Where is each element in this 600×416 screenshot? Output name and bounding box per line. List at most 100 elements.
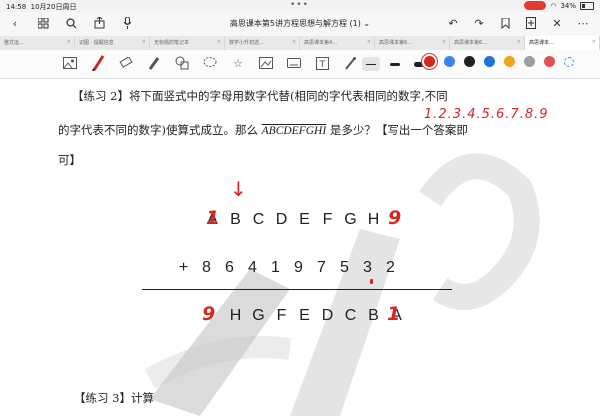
variable-abcdefghi: ABCDEFGHI	[261, 125, 327, 137]
digit-cell: 6	[225, 259, 234, 276]
svg-text:T: T	[318, 60, 325, 70]
photo-icon[interactable]	[258, 55, 274, 71]
exercise-text: 是多少？【写出一个答案即	[329, 123, 468, 137]
tab-item[interactable]: 整式运... ×	[0, 36, 75, 50]
color-more-icon[interactable]	[564, 56, 574, 67]
exercise-text: 计算	[130, 391, 154, 405]
equation-row-3: I H G F E D C B A	[201, 307, 408, 325]
tab-item[interactable]: 高思课本第6... ×	[375, 36, 450, 50]
letter-cell: B	[368, 307, 379, 324]
chevron-down-icon[interactable]: ⌄	[363, 19, 370, 28]
note-page[interactable]: 【练习 2】将下面竖式中的字母用数字代替(相同的字代表相同的数字,不同 1.2.…	[0, 79, 600, 416]
color-palette	[424, 56, 574, 67]
letter-cell: D	[321, 307, 334, 324]
tab-close-icon[interactable]: ×	[367, 39, 371, 45]
color-dark-blue[interactable]	[484, 56, 495, 67]
eraser-icon[interactable]	[118, 55, 134, 71]
status-bar: 14:58 10月20日周日 ••• ◠ 34%	[0, 0, 600, 12]
laser-pointer-icon[interactable]	[342, 55, 358, 71]
image-icon[interactable]	[62, 55, 78, 71]
tab-close-icon[interactable]: ×	[142, 39, 146, 45]
letter-cell: F	[322, 211, 333, 228]
letter-cell: H	[367, 211, 380, 228]
letter-cell: H	[229, 307, 242, 324]
exercise-label: 【练习 3】	[74, 391, 131, 405]
battery-icon	[580, 2, 594, 10]
color-blue[interactable]	[444, 56, 455, 67]
color-orange[interactable]	[504, 56, 515, 67]
tab-close-icon[interactable]: ×	[67, 39, 71, 45]
color-black[interactable]	[464, 56, 475, 67]
digit-cell: 2	[386, 259, 395, 276]
digit-cell: 1	[271, 259, 280, 276]
letter-cell: G	[252, 307, 265, 324]
sum-line	[142, 289, 452, 290]
redo-icon[interactable]: ↷	[472, 16, 486, 30]
red-annotation-i: 9	[388, 207, 402, 229]
add-page-icon[interactable]	[524, 16, 538, 30]
drawing-toolbar: ☆ T	[0, 50, 600, 79]
letter-cell: C	[252, 211, 265, 228]
letter-cell: D	[275, 211, 288, 228]
exercise-2-line-3: 可】	[58, 153, 81, 167]
handwritten-digits: 1.2.3.4.5.6.7.8.9	[424, 107, 549, 122]
tab-item[interactable]: 高思课本第6... ×	[450, 36, 525, 50]
red-arrow-annotation: ↓	[230, 177, 247, 201]
exercise-2-line-2: 的字代表不同的数字)使算式成立。那么 ABCDEFGHI 是多少？【写出一个答案…	[58, 122, 468, 138]
color-red[interactable]	[424, 56, 435, 67]
equation-row-2: + 8 6 4 1 9 7 5 3 2	[172, 259, 402, 277]
tab-item[interactable]: 识图 · 提醒信息 ×	[75, 36, 150, 50]
equation-row-1: A B C D E F G H I	[201, 211, 408, 229]
tab-close-icon[interactable]: ×	[292, 39, 296, 45]
tab-close-icon[interactable]: ×	[217, 39, 221, 45]
letter-cell: F	[276, 307, 287, 324]
red-annotation-a-bottom: 1	[387, 303, 401, 325]
red-annotation-a: 1	[206, 207, 220, 229]
pen-icon[interactable]	[90, 55, 106, 71]
letter-cell: B	[230, 211, 241, 228]
plus-sign: +	[178, 259, 189, 276]
digit-cell: 7	[317, 259, 326, 276]
digit-cell: 9	[294, 259, 303, 276]
red-annotation-i-bottom: 9	[202, 303, 216, 325]
keyboard-icon[interactable]	[286, 55, 302, 71]
color-pink[interactable]	[544, 56, 555, 67]
tab-item[interactable]: 高思课本第4... ×	[300, 36, 375, 50]
status-right: ◠ 34%	[524, 1, 594, 10]
digit-cell: 5	[340, 259, 349, 276]
red-carry-mark	[370, 279, 373, 284]
letter-cell: E	[299, 211, 310, 228]
text-box-icon[interactable]: T	[314, 55, 330, 71]
highlighter-icon[interactable]	[146, 55, 162, 71]
tab-item[interactable]: 数学小升初选... ×	[225, 36, 300, 50]
star-icon[interactable]: ☆	[230, 55, 246, 71]
wifi-icon: ◠	[550, 2, 557, 10]
tab-close-icon[interactable]: ×	[517, 39, 521, 45]
status-time: 14:58 10月20日周日	[6, 3, 77, 11]
tab-close-icon[interactable]: ×	[442, 39, 446, 45]
shapes-icon[interactable]	[174, 55, 190, 71]
undo-icon[interactable]: ↶	[446, 16, 460, 30]
exercise-2-line-1: 【练习 2】将下面竖式中的字母用数字代替(相同的字代表相同的数字,不同	[72, 88, 448, 104]
digit-cell: 4	[248, 259, 257, 276]
tab-item[interactable]: 无标题的笔记本 ×	[150, 36, 225, 50]
stroke-thin[interactable]	[362, 57, 380, 71]
tab-close-icon[interactable]: ×	[592, 39, 596, 45]
color-gray[interactable]	[524, 56, 535, 67]
tab-item-active[interactable]: 高思课本... ×	[525, 36, 600, 50]
exercise-label: 【练习 2】	[72, 89, 129, 103]
battery-text: 34%	[560, 2, 576, 10]
more-icon[interactable]: ⋯	[576, 16, 590, 30]
stroke-medium[interactable]	[386, 57, 404, 71]
more-dots-icon[interactable]: •••	[290, 0, 309, 10]
letter-cell: E	[299, 307, 310, 324]
digit-cell: 8	[202, 259, 211, 276]
lasso-icon[interactable]	[202, 55, 218, 71]
tab-bar: 整式运... × 识图 · 提醒信息 × 无标题的笔记本 × 数学小升初选... × 高…	[0, 36, 600, 51]
nav-bar: ‹ 高思课本第5讲方程思想与解方程 (1) ⌄ ↶ ↷ ✕ ⋯	[0, 12, 600, 36]
exercise-3-line: 【练习 3】计算	[74, 390, 154, 406]
bookmark-icon[interactable]	[498, 16, 512, 30]
exercise-text: 将下面竖式中的字母用数字代替(相同的字代表相同的数字,不同	[128, 89, 448, 103]
close-icon[interactable]: ✕	[550, 16, 564, 30]
letter-cell: G	[344, 211, 357, 228]
